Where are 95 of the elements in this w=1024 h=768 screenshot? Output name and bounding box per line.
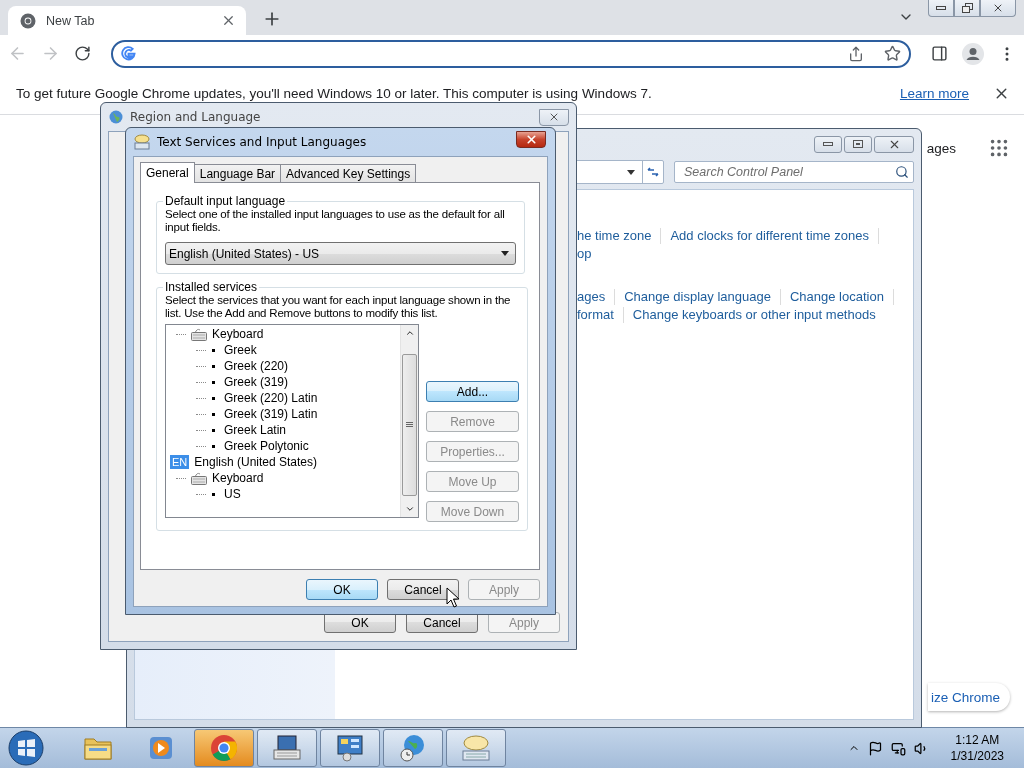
bullet-icon: [212, 348, 215, 352]
google-icon: [121, 46, 136, 61]
tree-item[interactable]: US: [224, 487, 241, 501]
tree-item[interactable]: Greek: [224, 343, 257, 357]
close-tab-icon[interactable]: [221, 13, 236, 28]
taskbar-app[interactable]: [194, 729, 254, 767]
search-icon: [895, 165, 909, 179]
star-icon[interactable]: [884, 45, 901, 62]
group-label: Default input language: [164, 194, 287, 208]
keyboard-icon: [191, 327, 207, 341]
dropdown-arrow-icon[interactable]: [627, 169, 635, 175]
minimize-icon[interactable]: [814, 135, 842, 153]
window-title: Text Services and Input Languages: [157, 135, 368, 149]
speech-keyboard-icon: [460, 734, 492, 762]
browser-tab[interactable]: New Tab: [8, 6, 246, 35]
close-icon[interactable]: [516, 130, 546, 148]
dialog-tab[interactable]: Advanced Key Settings: [280, 164, 417, 182]
search-field[interactable]: Search Control Panel: [682, 164, 895, 180]
scroll-down-icon[interactable]: [404, 504, 415, 514]
profile-avatar-icon[interactable]: [962, 42, 984, 65]
keyboard-icon: [191, 471, 207, 485]
tree-item[interactable]: Greek (319) Latin: [224, 407, 318, 421]
flag-icon[interactable]: [867, 740, 883, 756]
service-button[interactable]: Add...: [426, 381, 519, 402]
bullet-icon: [212, 364, 215, 368]
group-description: Select the services that you want for each input language shown in the list. Use the Add and Remove buttons to modify this list.: [165, 294, 512, 320]
control-panel-icon: [335, 734, 365, 762]
share-icon[interactable]: [848, 45, 864, 62]
bullet-icon: [212, 380, 215, 384]
folder-icon: [83, 735, 113, 761]
media-player-icon: [148, 735, 174, 761]
bullet-icon: [212, 396, 215, 400]
tree-item[interactable]: Greek (220) Latin: [224, 391, 318, 405]
group-description: Select one of the installed input languages to use as the default for all input fields.: [165, 208, 506, 234]
tree-item[interactable]: English (United States): [194, 455, 317, 469]
tree-item[interactable]: Greek Polytonic: [224, 439, 309, 453]
tree-item[interactable]: Greek Latin: [224, 423, 287, 437]
bullet-icon: [212, 428, 215, 432]
refresh-icon[interactable]: [646, 165, 660, 179]
search-box[interactable]: Search Control Panel: [674, 161, 914, 183]
keyboard-monitor-icon: [272, 734, 302, 762]
minimize-icon[interactable]: [928, 0, 954, 17]
images-link[interactable]: ages: [926, 140, 956, 156]
dialog-tab[interactable]: General: [140, 162, 195, 183]
tree-item[interactable]: Greek (220): [224, 359, 289, 373]
taskbar-app[interactable]: [446, 729, 506, 767]
scrollbar[interactable]: [400, 325, 418, 517]
dialog-button[interactable]: OK: [306, 579, 378, 600]
taskbar-app[interactable]: [257, 729, 317, 767]
tree-item[interactable]: Keyboard: [212, 471, 264, 485]
task-link[interactable]: ages: [577, 289, 606, 305]
dropdown-arrow-icon: [501, 251, 509, 256]
address-bar[interactable]: [111, 39, 911, 68]
clock-time: 1:12 AM: [955, 732, 1000, 748]
language-dropdown[interactable]: English (United States) - US: [165, 242, 516, 265]
keyboard-speech-icon: [133, 134, 151, 150]
update-message: To get future Google Chrome updates, you'll need Windows 10 or later. This computer is using Windows 7.: [16, 85, 653, 101]
task-link[interactable]: Add clocks for different time zones: [670, 228, 869, 244]
task-link[interactable]: op: [577, 246, 592, 262]
reload-icon[interactable]: [74, 45, 91, 62]
learn-more-link[interactable]: Learn more: [899, 85, 969, 101]
windows-logo-icon: [8, 730, 44, 766]
task-link[interactable]: Change display language: [624, 289, 771, 305]
window-title: Region and Language: [130, 110, 262, 124]
chrome-logo-icon: [210, 734, 238, 762]
tree-item[interactable]: Keyboard: [212, 327, 264, 341]
restore-icon[interactable]: [954, 0, 980, 17]
chrome-logo-icon: [20, 12, 36, 29]
globe-icon: [108, 109, 124, 125]
scroll-up-icon[interactable]: [404, 328, 415, 338]
clock-date: 1/31/2023: [950, 748, 1004, 764]
taskbar-app[interactable]: [383, 729, 443, 767]
bullet-icon: [212, 492, 215, 496]
customize-button[interactable]: ize Chrome: [927, 683, 1010, 711]
tree-item[interactable]: Greek (319): [224, 375, 289, 389]
dialog-button[interactable]: Cancel: [387, 579, 459, 600]
network-icon[interactable]: [890, 740, 906, 756]
close-icon[interactable]: [539, 108, 569, 126]
dialog-tab[interactable]: Language Bar: [193, 164, 282, 182]
tab-title: New Tab: [46, 13, 96, 28]
language-badge: EN: [170, 455, 190, 469]
clock[interactable]: 1:12 AM 1/31/2023: [950, 732, 1004, 764]
bullet-icon: [212, 444, 215, 448]
grip-icon: [406, 422, 413, 428]
group-label: Installed services: [164, 280, 259, 294]
task-link[interactable]: format: [577, 307, 614, 323]
taskbar-app[interactable]: [320, 729, 380, 767]
apps-grid-icon[interactable]: [988, 137, 1010, 159]
task-link[interactable]: Change location: [789, 289, 884, 305]
side-panel-icon[interactable]: [931, 45, 948, 62]
task-link[interactable]: Change keyboards or other input methods: [632, 307, 876, 323]
bullet-icon: [212, 412, 215, 416]
maximize-icon[interactable]: [844, 135, 872, 153]
mouse-pointer-icon: [446, 587, 459, 608]
task-link[interactable]: he time zone: [577, 228, 652, 244]
